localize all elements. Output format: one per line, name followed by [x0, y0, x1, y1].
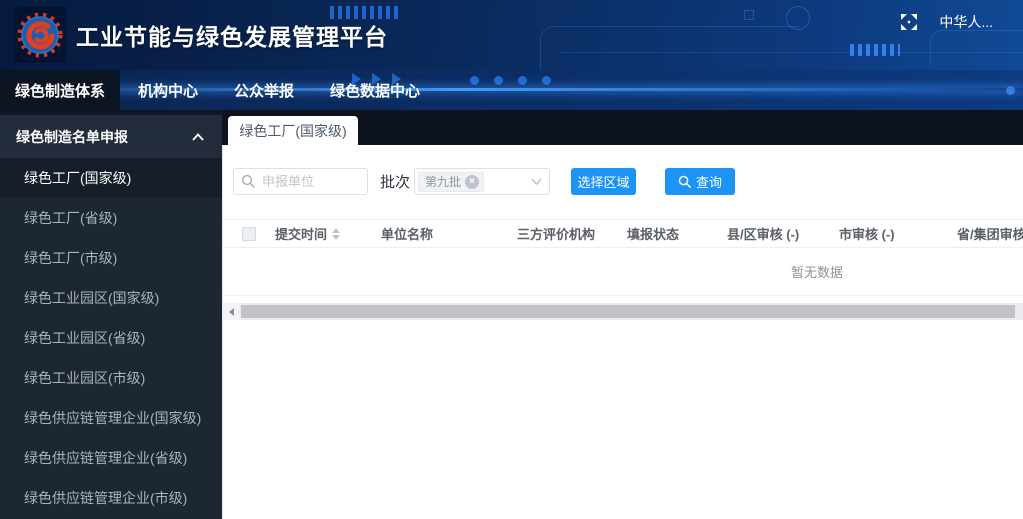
- sidebar-menu-item[interactable]: 绿色工业园区(国家级): [0, 278, 222, 318]
- circuit-trace-decoration: [540, 26, 800, 70]
- app-logo: [14, 7, 66, 63]
- fullscreen-expand-icon[interactable]: [901, 14, 917, 30]
- table-column-header[interactable]: 省/集团审核 (-): [957, 224, 1023, 243]
- dot-decoration: [494, 76, 503, 85]
- primary-nav: 绿色制造体系 机构中心 公众举报 绿色数据中心: [0, 70, 1023, 110]
- gear-swirl-logo-icon: [17, 12, 63, 58]
- sidebar-item-label: 绿色工业园区(省级): [24, 328, 145, 348]
- left-triangle-icon: [229, 308, 234, 316]
- column-header-label: 省/集团审核 (-): [957, 224, 1023, 243]
- body-row: 绿色制造名单申报 绿色工厂(国家级) 绿色工厂(省级) 绿色工厂(市级): [0, 110, 1023, 519]
- sort-desc-icon: [332, 235, 340, 240]
- sidebar-group-label: 绿色制造名单申报: [16, 127, 128, 147]
- sidebar-item-label: 绿色工厂(国家级): [24, 168, 131, 188]
- search-box: [233, 168, 368, 195]
- sidebar-item-label: 绿色工厂(市级): [24, 248, 117, 268]
- main-panel: 绿色工厂(国家级) 批次 第九批: [222, 110, 1023, 519]
- table-header-row: 提交时间 单位名称: [223, 220, 1023, 248]
- select-region-label: 选择区域: [578, 172, 630, 191]
- circuit-node-decoration: [786, 6, 810, 30]
- batch-select[interactable]: 第九批 ×: [414, 168, 550, 195]
- sidebar-menu-item[interactable]: 绿色工业园区(省级): [0, 318, 222, 358]
- results-table: 提交时间 单位名称: [223, 219, 1023, 296]
- nav-item-label: 绿色数据中心: [330, 80, 420, 101]
- sidebar: 绿色制造名单申报 绿色工厂(国家级) 绿色工厂(省级) 绿色工厂(市级): [0, 110, 222, 519]
- sidebar-item-label: 绿色供应链管理企业(省级): [24, 448, 187, 468]
- query-button[interactable]: 查询: [665, 168, 735, 195]
- nav-item[interactable]: 绿色数据中心: [316, 70, 434, 110]
- select-all-checkbox[interactable]: [242, 227, 256, 241]
- sidebar-menu-item[interactable]: 绿色工厂(国家级): [0, 158, 222, 198]
- scrollbar-left-arrow[interactable]: [223, 303, 239, 320]
- empty-state-text: 暂无数据: [791, 262, 843, 281]
- circuit-line-decoration: [560, 52, 1023, 53]
- batch-tag-label: 第九批: [425, 173, 461, 190]
- sidebar-menu-item[interactable]: 绿色工厂(省级): [0, 198, 222, 238]
- sidebar-menu-item[interactable]: 绿色工业园区(市级): [0, 358, 222, 398]
- toolbar: 批次 第九批 × 选择区域: [233, 168, 1023, 195]
- table-column-header[interactable]: 填报状态: [627, 224, 727, 243]
- sidebar-item-label: 绿色供应链管理企业(市级): [24, 488, 187, 508]
- dot-decoration: [518, 76, 527, 85]
- chevron-up-icon: [192, 133, 204, 141]
- column-header-label: 县/区审核 (-): [727, 224, 799, 243]
- sort-carets-icon[interactable]: [332, 228, 340, 240]
- dot-decoration: [542, 76, 551, 85]
- sidebar-menu-item[interactable]: 绿色供应链管理企业(国家级): [0, 398, 222, 438]
- scrollbar-thumb[interactable]: [241, 305, 1015, 318]
- sort-asc-icon: [332, 228, 340, 233]
- tag-close-icon[interactable]: ×: [465, 175, 479, 189]
- checkbox-cell: [223, 227, 275, 241]
- table-column-header[interactable]: 三方评价机构: [517, 224, 627, 243]
- sidebar-menu-item[interactable]: 绿色工厂(市级): [0, 238, 222, 278]
- header-right-area: 中华人...: [901, 0, 993, 44]
- table-column-header[interactable]: 市审核 (-): [839, 224, 957, 243]
- tab-strip: 绿色工厂(国家级): [222, 110, 1023, 145]
- nav-item[interactable]: 绿色制造体系: [0, 70, 120, 110]
- tab-label: 绿色工厂(国家级): [239, 121, 346, 141]
- nav-item-label: 绿色制造体系: [15, 80, 105, 101]
- circuit-node-decoration: [744, 10, 754, 20]
- content-area: 批次 第九批 × 选择区域: [222, 145, 1023, 519]
- sidebar-item-label: 绿色工业园区(国家级): [24, 288, 159, 308]
- select-region-button[interactable]: 选择区域: [571, 168, 636, 195]
- dot-decoration: [470, 76, 479, 85]
- dot-decoration: [1006, 86, 1015, 95]
- empty-state: 暂无数据: [223, 248, 1023, 296]
- sidebar-item-label: 绿色工业园区(市级): [24, 368, 145, 388]
- search-icon: [241, 174, 255, 188]
- sidebar-group-declaration[interactable]: 绿色制造名单申报: [0, 115, 222, 158]
- nav-item[interactable]: 公众举报: [220, 70, 308, 110]
- app-title: 工业节能与绿色发展管理平台: [76, 18, 388, 52]
- batch-selected-tag: 第九批 ×: [418, 172, 484, 192]
- nav-item-label: 公众举报: [234, 80, 294, 101]
- chevron-down-icon: [531, 178, 542, 185]
- batch-label: 批次: [380, 171, 410, 192]
- nav-item[interactable]: 机构中心: [124, 70, 212, 110]
- table-column-header[interactable]: 单位名称: [381, 224, 517, 243]
- query-button-label: 查询: [696, 172, 722, 191]
- tab-green-factory-national[interactable]: 绿色工厂(国家级): [228, 116, 358, 145]
- sidebar-item-label: 绿色工厂(省级): [24, 208, 117, 228]
- sidebar-menu: 绿色工厂(国家级) 绿色工厂(省级) 绿色工厂(市级) 绿色工业园区(国家级): [0, 158, 222, 519]
- search-icon: [678, 175, 691, 188]
- table-scroll-content: 提交时间 单位名称: [223, 220, 1023, 296]
- nav-item-label: 机构中心: [138, 80, 198, 101]
- app-window: 工业节能与绿色发展管理平台 中华人... 绿色制造体系: [0, 0, 1023, 519]
- circuit-ticks-decoration: [850, 44, 900, 56]
- top-header: 工业节能与绿色发展管理平台 中华人...: [0, 0, 1023, 70]
- column-header-label: 提交时间: [275, 224, 327, 243]
- table-column-header[interactable]: 县/区审核 (-): [727, 224, 839, 243]
- sidebar-item-label: 绿色供应链管理企业(国家级): [24, 408, 201, 428]
- sidebar-menu-item[interactable]: 绿色供应链管理企业(省级): [0, 438, 222, 478]
- table-column-header[interactable]: 提交时间: [275, 224, 381, 243]
- username-label[interactable]: 中华人...: [939, 12, 993, 32]
- sidebar-menu-item[interactable]: 绿色供应链管理企业(市级): [0, 478, 222, 518]
- column-header-label: 填报状态: [627, 224, 679, 243]
- column-header-label: 市审核 (-): [839, 224, 895, 243]
- horizontal-scrollbar[interactable]: [223, 303, 1023, 320]
- column-header-label: 三方评价机构: [517, 224, 595, 243]
- column-header-label: 单位名称: [381, 224, 433, 243]
